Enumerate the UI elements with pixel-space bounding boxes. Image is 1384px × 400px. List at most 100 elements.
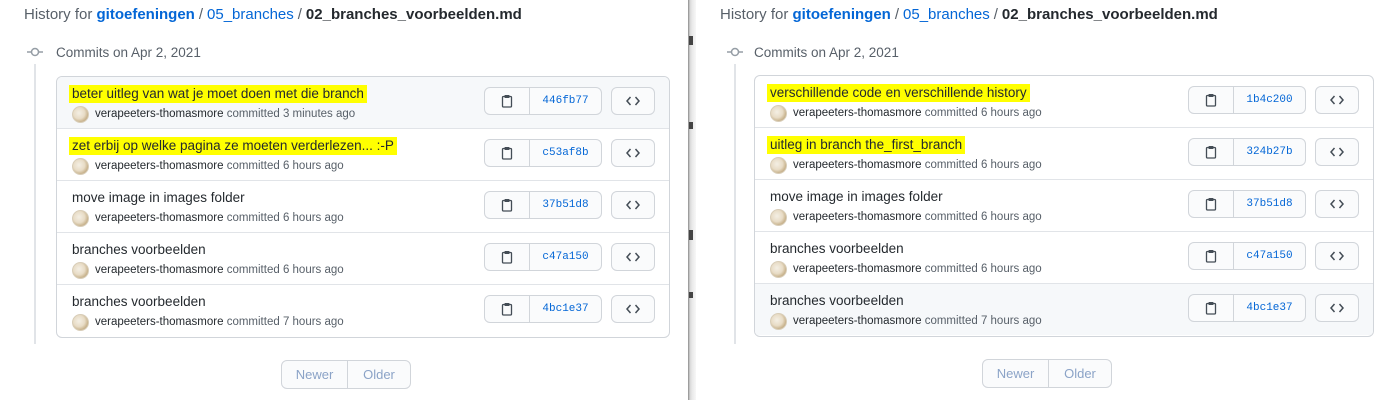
breadcrumb-prefix: History for — [24, 6, 93, 23]
commit-action: committed — [924, 107, 978, 119]
browse-repo-button[interactable] — [1315, 190, 1359, 218]
breadcrumb: History for gitoefeningen/05_branches/02… — [24, 5, 522, 25]
commit-action: committed — [924, 159, 978, 171]
commit-time: 6 hours ago — [282, 212, 344, 224]
browse-repo-button[interactable] — [611, 191, 655, 219]
copy-sha-button[interactable] — [485, 140, 530, 166]
browse-repo-button[interactable] — [1315, 242, 1359, 270]
commit-title-link[interactable]: move image in images folder — [770, 188, 943, 206]
browse-repo-button[interactable] — [1315, 138, 1359, 166]
older-button[interactable]: Older — [1049, 360, 1111, 387]
sha-button-group: 4bc1e37 — [1188, 294, 1306, 322]
commit-row: branches voorbeelden verapeeters-thomasmo… — [57, 284, 669, 336]
sha-button-group: c53af8b — [484, 139, 602, 167]
browse-repo-button[interactable] — [611, 243, 655, 271]
code-icon — [1330, 250, 1344, 262]
copy-sha-button[interactable] — [1189, 295, 1234, 321]
copy-sha-button[interactable] — [485, 192, 530, 218]
commit-sha-link[interactable]: 37b51d8 — [530, 192, 601, 218]
commit-row: branches voorbeelden verapeeters-thomasmo… — [755, 231, 1373, 283]
commit-author-link[interactable]: verapeeters-thomasmore — [793, 315, 921, 327]
avatar[interactable] — [72, 157, 89, 175]
sha-button-group: c47a150 — [484, 243, 602, 271]
breadcrumb-repo-link[interactable]: gitoefeningen — [97, 6, 195, 23]
commit-sha-link[interactable]: 4bc1e37 — [1234, 295, 1305, 321]
avatar[interactable] — [770, 156, 787, 174]
browse-repo-button[interactable] — [611, 87, 655, 115]
commit-author-link[interactable]: verapeeters-thomasmore — [95, 108, 223, 120]
commit-title-link[interactable]: branches voorbeelden — [770, 292, 904, 310]
copy-sha-button[interactable] — [485, 296, 530, 322]
avatar[interactable] — [770, 208, 787, 226]
code-icon — [1330, 146, 1344, 158]
breadcrumb-file: 02_branches_voorbeelden.md — [305, 6, 522, 23]
commit-action: committed — [924, 263, 978, 275]
copy-sha-button[interactable] — [1189, 139, 1234, 165]
code-icon — [626, 251, 640, 263]
sha-button-group: 324b27b — [1188, 138, 1306, 166]
commit-author-link[interactable]: verapeeters-thomasmore — [95, 160, 223, 172]
commit-sha-link[interactable]: c47a150 — [530, 244, 601, 270]
commit-author-link[interactable]: verapeeters-thomasmore — [95, 212, 223, 224]
commit-meta: verapeeters-thomasmore committed 7 hours… — [72, 313, 344, 331]
commit-time: 6 hours ago — [282, 160, 344, 172]
commit-title-link[interactable]: verschillende code en verschillende hist… — [767, 84, 1030, 102]
clipboard-icon — [501, 250, 513, 264]
history-pane-left: History for gitoefeningen/05_branches/02… — [0, 0, 688, 400]
newer-button[interactable]: Newer — [282, 361, 348, 388]
commit-meta: verapeeters-thomasmore committed 6 hours… — [72, 157, 344, 175]
commit-actions: c53af8b — [484, 139, 655, 167]
commit-meta: verapeeters-thomasmore committed 6 hours… — [770, 156, 1042, 174]
commit-time: 6 hours ago — [980, 159, 1042, 171]
commit-title-link[interactable]: zet erbij op welke pagina ze moeten verd… — [69, 137, 397, 155]
commit-author-link[interactable]: verapeeters-thomasmore — [95, 264, 223, 276]
commit-author-link[interactable]: verapeeters-thomasmore — [793, 263, 921, 275]
commit-actions: 37b51d8 — [1188, 190, 1359, 218]
commit-title-link[interactable]: move image in images folder — [72, 189, 245, 207]
commit-author-link[interactable]: verapeeters-thomasmore — [95, 316, 223, 328]
breadcrumb-repo-link[interactable]: gitoefeningen — [793, 6, 891, 23]
copy-sha-button[interactable] — [485, 88, 530, 114]
commit-sha-link[interactable]: 4bc1e37 — [530, 296, 601, 322]
copy-sha-button[interactable] — [485, 244, 530, 270]
commit-row: move image in images folder verapeeters-t… — [57, 180, 669, 232]
commit-sha-link[interactable]: 37b51d8 — [1234, 191, 1305, 217]
commit-title-link[interactable]: branches voorbeelden — [72, 293, 206, 311]
avatar[interactable] — [72, 105, 89, 123]
newer-button[interactable]: Newer — [983, 360, 1049, 387]
commit-sha-link[interactable]: c53af8b — [530, 140, 601, 166]
avatar[interactable] — [770, 260, 787, 278]
commit-sha-link[interactable]: c47a150 — [1234, 243, 1305, 269]
copy-sha-button[interactable] — [1189, 87, 1234, 113]
commit-actions: 446fb77 — [484, 87, 655, 115]
copy-sha-button[interactable] — [1189, 243, 1234, 269]
commit-sha-link[interactable]: 324b27b — [1234, 139, 1305, 165]
avatar[interactable] — [72, 209, 89, 227]
commit-author-link[interactable]: verapeeters-thomasmore — [793, 159, 921, 171]
browse-repo-button[interactable] — [1315, 86, 1359, 114]
commit-row: zet erbij op welke pagina ze moeten verd… — [57, 128, 669, 180]
browse-repo-button[interactable] — [1315, 294, 1359, 322]
avatar[interactable] — [72, 261, 89, 279]
breadcrumb-folder-link[interactable]: 05_branches — [903, 6, 990, 23]
commit-sha-link[interactable]: 1b4c200 — [1234, 87, 1305, 113]
older-button[interactable]: Older — [348, 361, 410, 388]
avatar[interactable] — [770, 104, 787, 122]
commit-title-link[interactable]: beter uitleg van wat je moet doen met di… — [69, 85, 367, 103]
breadcrumb-folder-link[interactable]: 05_branches — [207, 6, 294, 23]
avatar[interactable] — [72, 313, 89, 331]
commit-author-link[interactable]: verapeeters-thomasmore — [793, 211, 921, 223]
commit-title-link[interactable]: branches voorbeelden — [72, 241, 206, 259]
commit-title-link[interactable]: branches voorbeelden — [770, 240, 904, 258]
browse-repo-button[interactable] — [611, 295, 655, 323]
commit-meta: verapeeters-thomasmore committed 6 hours… — [770, 260, 1042, 278]
avatar[interactable] — [770, 312, 787, 330]
commit-sha-link[interactable]: 446fb77 — [530, 88, 601, 114]
browse-repo-button[interactable] — [611, 139, 655, 167]
copy-sha-button[interactable] — [1189, 191, 1234, 217]
commit-author-link[interactable]: verapeeters-thomasmore — [793, 107, 921, 119]
commit-actions: 4bc1e37 — [1188, 294, 1359, 322]
commit-title-link[interactable]: uitleg in branch the_first_branch — [767, 136, 966, 154]
clipboard-icon — [1205, 249, 1217, 263]
breadcrumb-separator: / — [894, 6, 900, 23]
